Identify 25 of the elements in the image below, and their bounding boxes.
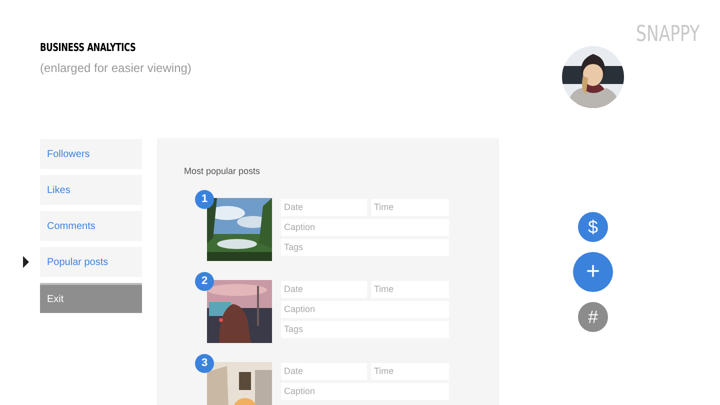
page-subtitle: (enlarged for easier viewing) xyxy=(40,60,192,76)
number-badge: 3 xyxy=(195,354,214,372)
caption-field[interactable]: Caption xyxy=(281,382,449,400)
date-field[interactable]: Date xyxy=(281,198,367,216)
sidebar-item[interactable]: Comments xyxy=(40,211,142,241)
number-badge: 1 xyxy=(195,190,214,208)
tags-field[interactable]: Tags xyxy=(281,238,449,256)
tags-field[interactable]: Tags xyxy=(281,320,449,338)
sidebar-item[interactable]: Popular posts xyxy=(40,247,142,277)
time-field[interactable]: Time xyxy=(371,280,449,298)
action-button[interactable]: $ xyxy=(578,212,608,242)
action-button[interactable]: + xyxy=(573,252,613,292)
caption-field[interactable]: Caption xyxy=(281,300,449,318)
date-field[interactable]: Date xyxy=(281,362,367,380)
time-field[interactable]: Time xyxy=(371,362,449,380)
sidebar-item[interactable]: Likes xyxy=(40,175,142,205)
panel-title: Most popular posts xyxy=(184,165,260,178)
exit-button[interactable]: Exit xyxy=(40,283,142,313)
caption-field[interactable]: Caption xyxy=(281,218,449,236)
action-button[interactable]: # xyxy=(578,302,608,332)
sidebar-item[interactable]: Followers xyxy=(40,139,142,169)
time-field[interactable]: Time xyxy=(371,198,449,216)
date-field[interactable]: Date xyxy=(281,280,367,298)
number-badge: 2 xyxy=(195,272,214,290)
page-title: BUSINESS ANALYTICS xyxy=(40,40,136,56)
